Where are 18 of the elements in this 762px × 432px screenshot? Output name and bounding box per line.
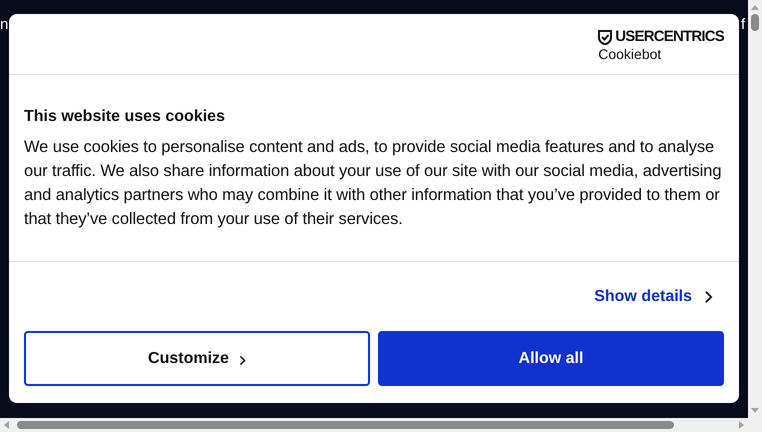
- scroll-left-icon[interactable]: [4, 421, 9, 429]
- product-name: Cookiebot: [598, 46, 662, 62]
- dialog-title: This website uses cookies: [24, 107, 226, 127]
- scroll-right-icon[interactable]: [739, 421, 744, 429]
- scroll-thumb[interactable]: [17, 421, 674, 429]
- brand-logo-text: USERCENTRICS: [615, 28, 724, 46]
- allow-all-button[interactable]: Allow all: [378, 331, 724, 386]
- scroll-down-icon[interactable]: [751, 408, 759, 413]
- shield-check-icon: [598, 30, 612, 44]
- show-details-link[interactable]: Show details: [594, 285, 713, 309]
- chevron-right-icon: [238, 355, 246, 366]
- customize-button[interactable]: Customize: [24, 331, 370, 386]
- cookie-description: We use cookies to personalise content and ads, to provide social media features and to analyse our traffic. We also share information about your use of our site with our social media, advertising and analytics partners who may combine it with other information that you’ve provided to them or that they’ve collected from your use of their services.: [24, 137, 722, 230]
- background-text: n: [0, 16, 8, 34]
- chevron-right-icon: [704, 290, 713, 304]
- background-text: f: [741, 16, 746, 34]
- scroll-thumb[interactable]: [751, 14, 759, 31]
- scroll-up-icon[interactable]: [751, 5, 759, 10]
